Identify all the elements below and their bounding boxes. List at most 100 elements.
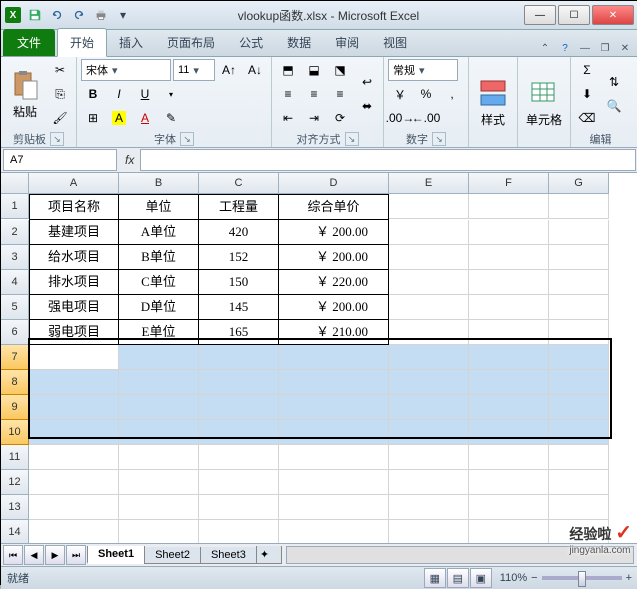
prev-sheet-icon[interactable]: ◀	[24, 545, 44, 565]
cell-F5[interactable]	[469, 295, 549, 320]
cell-C7[interactable]	[199, 345, 279, 370]
sheet-tab-2[interactable]: Sheet2	[144, 547, 201, 564]
cell-A2[interactable]: 基建项目	[29, 220, 119, 245]
save-icon[interactable]	[25, 5, 45, 25]
underline-button[interactable]: U	[133, 83, 157, 105]
row-header-13[interactable]: 13	[1, 495, 29, 520]
cell-F6[interactable]	[469, 320, 549, 345]
col-header-C[interactable]: C	[199, 173, 279, 194]
cell-E7[interactable]	[389, 345, 469, 370]
phonetic-icon[interactable]: ✎	[159, 107, 183, 129]
cell-E2[interactable]	[389, 220, 469, 245]
tab-review[interactable]: 审阅	[323, 29, 371, 56]
font-size-combo[interactable]: 11▾	[173, 59, 215, 81]
cell-F9[interactable]	[469, 395, 549, 420]
cell-G10[interactable]	[549, 420, 609, 445]
cell-A1[interactable]: 项目名称	[29, 194, 119, 220]
tab-view[interactable]: 视图	[371, 29, 419, 56]
cell-D3[interactable]: ￥ 200.00	[279, 245, 389, 270]
page-layout-view-icon[interactable]: ▤	[447, 568, 469, 588]
cell-C3[interactable]: 152	[199, 245, 279, 270]
wrap-text-icon[interactable]: ↩	[355, 71, 379, 93]
cells-button[interactable]: 单元格	[522, 75, 566, 130]
cell-B11[interactable]	[119, 445, 199, 470]
row-header-10[interactable]: 10	[1, 420, 29, 445]
align-left-icon[interactable]: ≡	[276, 83, 300, 105]
cell-D1[interactable]: 综合单价	[279, 194, 389, 220]
cell-A10[interactable]	[29, 420, 119, 445]
cell-D13[interactable]	[279, 495, 389, 520]
styles-button[interactable]: 样式	[473, 75, 513, 130]
cell-A8[interactable]	[29, 370, 119, 395]
cell-F3[interactable]	[469, 245, 549, 270]
cell-A9[interactable]	[29, 395, 119, 420]
tab-insert[interactable]: 插入	[107, 29, 155, 56]
cell-G13[interactable]	[549, 495, 609, 520]
cell-C11[interactable]	[199, 445, 279, 470]
decrease-font-icon[interactable]: A↓	[243, 59, 267, 81]
number-format-combo[interactable]: 常规▾	[388, 59, 458, 81]
cell-E12[interactable]	[389, 470, 469, 495]
cell-A12[interactable]	[29, 470, 119, 495]
undo-icon[interactable]	[47, 5, 67, 25]
mdi-close-icon[interactable]: ✕	[616, 40, 634, 56]
autosum-icon[interactable]: Σ	[575, 59, 599, 81]
zoom-slider[interactable]	[542, 576, 622, 580]
formula-bar[interactable]	[140, 149, 636, 171]
cell-E3[interactable]	[389, 245, 469, 270]
cell-C13[interactable]	[199, 495, 279, 520]
cell-A11[interactable]	[29, 445, 119, 470]
cell-E10[interactable]	[389, 420, 469, 445]
select-all-corner[interactable]	[1, 173, 29, 194]
row-header-4[interactable]: 4	[1, 270, 29, 295]
cell-G5[interactable]	[549, 295, 609, 320]
cell-F14[interactable]	[469, 520, 549, 543]
tab-data[interactable]: 数据	[275, 29, 323, 56]
currency-icon[interactable]: ￥	[388, 83, 412, 105]
cell-F8[interactable]	[469, 370, 549, 395]
row-header-12[interactable]: 12	[1, 470, 29, 495]
number-launcher-icon[interactable]: ↘	[432, 132, 446, 146]
cell-A6[interactable]: 弱电项目	[29, 320, 119, 345]
find-select-icon[interactable]: 🔍	[602, 95, 626, 117]
col-header-A[interactable]: A	[29, 173, 119, 194]
cell-A4[interactable]: 排水项目	[29, 270, 119, 295]
comma-icon[interactable]: ,	[440, 83, 464, 105]
cell-D10[interactable]	[279, 420, 389, 445]
col-header-G[interactable]: G	[549, 173, 609, 194]
cell-C6[interactable]: 165	[199, 320, 279, 345]
cell-D2[interactable]: ￥ 200.00	[279, 220, 389, 245]
cell-B10[interactable]	[119, 420, 199, 445]
row-header-8[interactable]: 8	[1, 370, 29, 395]
row-header-14[interactable]: 14	[1, 520, 29, 543]
cell-grid[interactable]: ABCDEFG1项目名称单位工程量综合单价2基建项目A单位420￥ 200.00…	[1, 173, 637, 543]
file-tab[interactable]: 文件	[3, 29, 55, 56]
cell-G7[interactable]	[549, 345, 609, 370]
cell-D7[interactable]	[279, 345, 389, 370]
cell-E1[interactable]	[389, 194, 469, 219]
row-header-3[interactable]: 3	[1, 245, 29, 270]
copy-icon[interactable]: ⎘	[48, 83, 72, 105]
cell-B3[interactable]: B单位	[119, 245, 199, 270]
cell-G11[interactable]	[549, 445, 609, 470]
sheet-tab-1[interactable]: Sheet1	[87, 546, 145, 564]
cell-F2[interactable]	[469, 220, 549, 245]
next-sheet-icon[interactable]: ▶	[45, 545, 65, 565]
sort-filter-icon[interactable]: ⇅	[602, 71, 626, 93]
cell-E8[interactable]	[389, 370, 469, 395]
zoom-thumb[interactable]	[578, 571, 586, 587]
align-center-icon[interactable]: ≡	[302, 83, 326, 105]
cell-C14[interactable]	[199, 520, 279, 543]
font-color-icon[interactable]: A	[133, 107, 157, 129]
cell-G6[interactable]	[549, 320, 609, 345]
align-bottom-icon[interactable]: ⬔	[328, 59, 352, 81]
decrease-decimal-icon[interactable]: ←.00	[414, 107, 438, 129]
tab-formulas[interactable]: 公式	[227, 29, 275, 56]
page-break-view-icon[interactable]: ▣	[470, 568, 492, 588]
zoom-in-icon[interactable]: +	[626, 572, 632, 584]
cell-C9[interactable]	[199, 395, 279, 420]
alignment-launcher-icon[interactable]: ↘	[345, 132, 359, 146]
cell-B1[interactable]: 单位	[119, 194, 199, 220]
row-header-2[interactable]: 2	[1, 220, 29, 245]
font-underline-more-icon[interactable]: ▾	[159, 83, 183, 105]
